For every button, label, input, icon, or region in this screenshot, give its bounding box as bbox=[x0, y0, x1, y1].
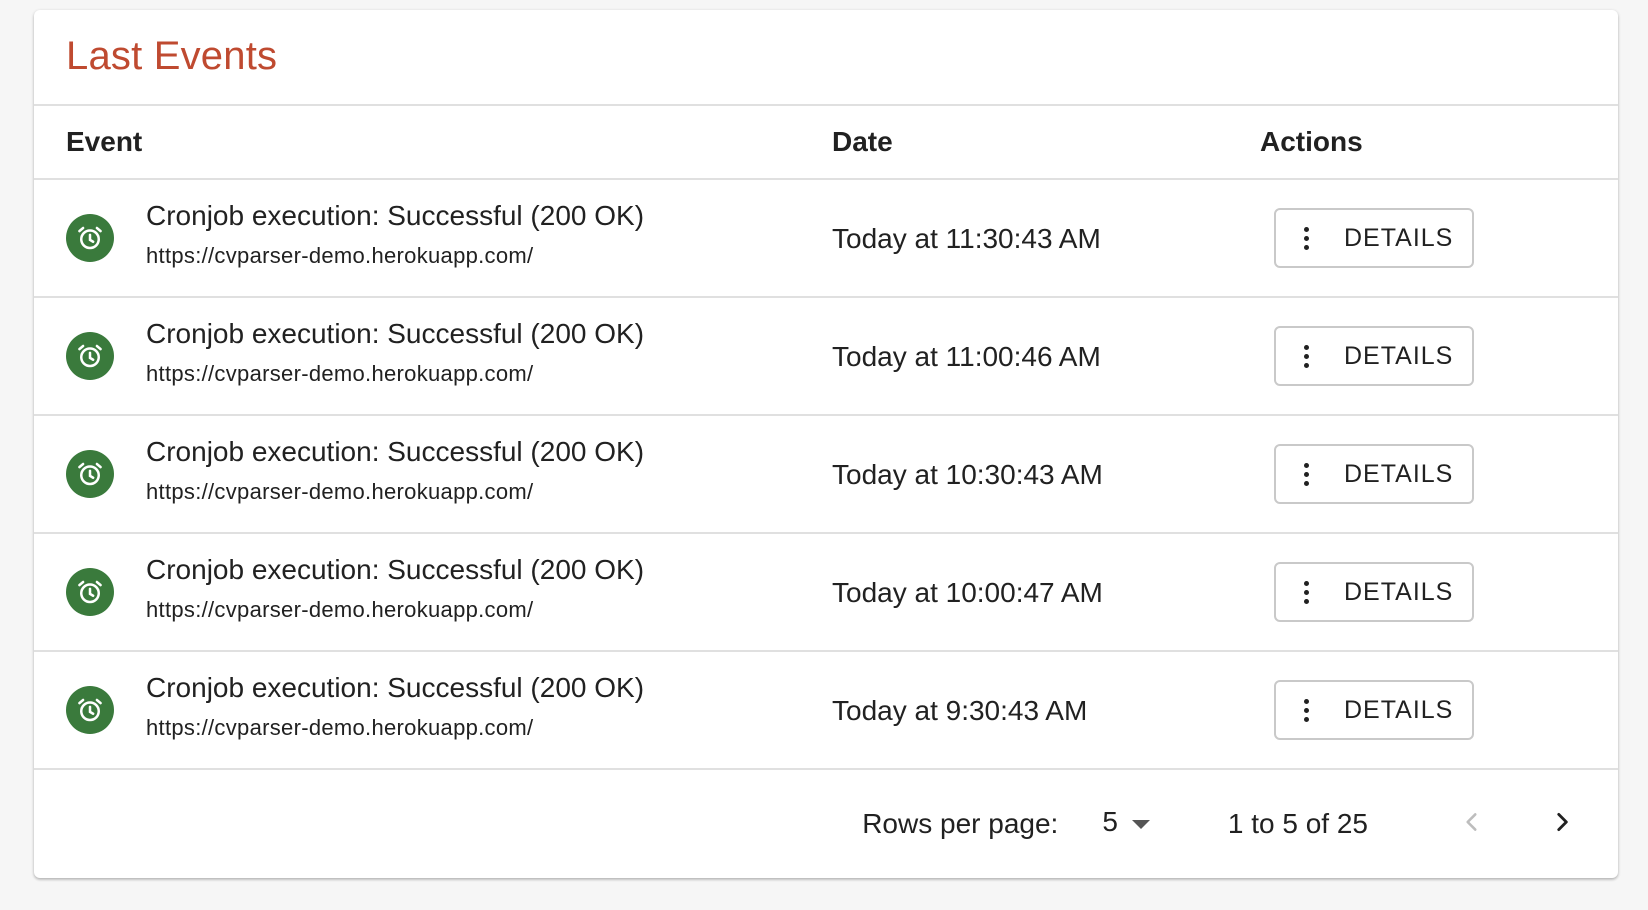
chevron-left-icon bbox=[1466, 813, 1477, 831]
alarm-clock-icon bbox=[66, 450, 114, 498]
date-cell: Today at 11:30:43 AM bbox=[832, 222, 1260, 254]
previous-page-button[interactable] bbox=[1446, 796, 1498, 848]
details-button[interactable]: DETAILS bbox=[1274, 680, 1474, 740]
event-cell: Cronjob execution: Successful (200 OK) h… bbox=[34, 318, 832, 390]
event-url: https://cvparser-demo.herokuapp.com/ bbox=[146, 715, 534, 740]
rows-per-page-select[interactable]: 5 bbox=[1102, 806, 1150, 838]
rows-per-page-label: Rows per page: bbox=[862, 808, 1059, 839]
card-title: Last Events bbox=[66, 33, 278, 78]
more-vertical-icon bbox=[1302, 460, 1310, 488]
event-cell: Cronjob execution: Successful (200 OK) h… bbox=[34, 200, 832, 272]
caret-down-icon bbox=[1131, 819, 1150, 829]
details-button[interactable]: DETAILS bbox=[1274, 208, 1474, 268]
table-row: Cronjob execution: Successful (200 OK) h… bbox=[34, 180, 1618, 298]
card-header: Last Events bbox=[34, 10, 1618, 106]
event-title: Cronjob execution: Successful (200 OK) bbox=[146, 318, 645, 349]
table-row: Cronjob execution: Successful (200 OK) h… bbox=[34, 652, 1618, 770]
more-vertical-icon bbox=[1302, 342, 1310, 370]
alarm-clock-icon bbox=[66, 332, 114, 380]
date-cell: Today at 10:00:47 AM bbox=[832, 576, 1260, 608]
table-body: Cronjob execution: Successful (200 OK) h… bbox=[34, 180, 1618, 770]
event-title: Cronjob execution: Successful (200 OK) bbox=[146, 436, 645, 467]
column-header-date: Date bbox=[832, 126, 893, 157]
alarm-clock-icon bbox=[66, 568, 114, 616]
event-url: https://cvparser-demo.herokuapp.com/ bbox=[146, 243, 534, 268]
table-header-row: Event Date Actions bbox=[34, 106, 1618, 180]
event-text: Cronjob execution: Successful (200 OK) h… bbox=[146, 436, 644, 508]
event-date: Today at 10:30:43 AM bbox=[832, 459, 1103, 490]
event-date: Today at 11:30:43 AM bbox=[832, 223, 1101, 254]
column-header-event: Event bbox=[66, 126, 143, 157]
event-cell: Cronjob execution: Successful (200 OK) h… bbox=[34, 672, 832, 744]
event-url: https://cvparser-demo.herokuapp.com/ bbox=[146, 361, 534, 386]
rows-per-page-value: 5 bbox=[1102, 806, 1118, 837]
event-title: Cronjob execution: Successful (200 OK) bbox=[146, 672, 645, 703]
actions-cell: DETAILS bbox=[1260, 208, 1618, 268]
column-header-actions: Actions bbox=[1260, 126, 1363, 157]
event-text: Cronjob execution: Successful (200 OK) h… bbox=[146, 318, 644, 390]
actions-cell: DETAILS bbox=[1260, 326, 1618, 386]
event-title: Cronjob execution: Successful (200 OK) bbox=[146, 554, 645, 585]
table-row: Cronjob execution: Successful (200 OK) h… bbox=[34, 298, 1618, 416]
details-button[interactable]: DETAILS bbox=[1274, 444, 1474, 504]
event-url: https://cvparser-demo.herokuapp.com/ bbox=[146, 479, 534, 504]
actions-cell: DETAILS bbox=[1260, 444, 1618, 504]
details-button[interactable]: DETAILS bbox=[1274, 326, 1474, 386]
event-date: Today at 11:00:46 AM bbox=[832, 341, 1101, 372]
table-pagination: Rows per page: 5 1 to 5 of 25 bbox=[34, 770, 1618, 874]
more-vertical-icon bbox=[1302, 696, 1310, 724]
event-url: https://cvparser-demo.herokuapp.com/ bbox=[146, 597, 534, 622]
event-text: Cronjob execution: Successful (200 OK) h… bbox=[146, 672, 644, 744]
alarm-clock-icon bbox=[66, 214, 114, 262]
table-row: Cronjob execution: Successful (200 OK) h… bbox=[34, 534, 1618, 652]
details-button-label: DETAILS bbox=[1344, 695, 1454, 724]
more-vertical-icon bbox=[1302, 224, 1310, 252]
actions-cell: DETAILS bbox=[1260, 680, 1618, 740]
event-text: Cronjob execution: Successful (200 OK) h… bbox=[146, 554, 644, 626]
last-events-card: Last Events Event Date Actions Cronjob e… bbox=[34, 10, 1618, 878]
chevron-right-icon bbox=[1557, 813, 1568, 831]
details-button[interactable]: DETAILS bbox=[1274, 562, 1474, 622]
event-cell: Cronjob execution: Successful (200 OK) h… bbox=[34, 436, 832, 508]
event-cell: Cronjob execution: Successful (200 OK) h… bbox=[34, 554, 832, 626]
details-button-label: DETAILS bbox=[1344, 341, 1454, 370]
details-button-label: DETAILS bbox=[1344, 459, 1454, 488]
event-date: Today at 10:00:47 AM bbox=[832, 577, 1103, 608]
date-cell: Today at 10:30:43 AM bbox=[832, 458, 1260, 490]
event-title: Cronjob execution: Successful (200 OK) bbox=[146, 200, 645, 231]
details-button-label: DETAILS bbox=[1344, 577, 1454, 606]
details-button-label: DETAILS bbox=[1344, 223, 1454, 252]
next-page-button[interactable] bbox=[1536, 796, 1588, 848]
event-text: Cronjob execution: Successful (200 OK) h… bbox=[146, 200, 644, 272]
table-row: Cronjob execution: Successful (200 OK) h… bbox=[34, 416, 1618, 534]
more-vertical-icon bbox=[1302, 578, 1310, 606]
event-date: Today at 9:30:43 AM bbox=[832, 695, 1088, 726]
page-range-text: 1 to 5 of 25 bbox=[1227, 808, 1368, 839]
alarm-clock-icon bbox=[66, 686, 114, 734]
date-cell: Today at 9:30:43 AM bbox=[832, 694, 1260, 726]
date-cell: Today at 11:00:46 AM bbox=[832, 340, 1260, 372]
actions-cell: DETAILS bbox=[1260, 562, 1618, 622]
